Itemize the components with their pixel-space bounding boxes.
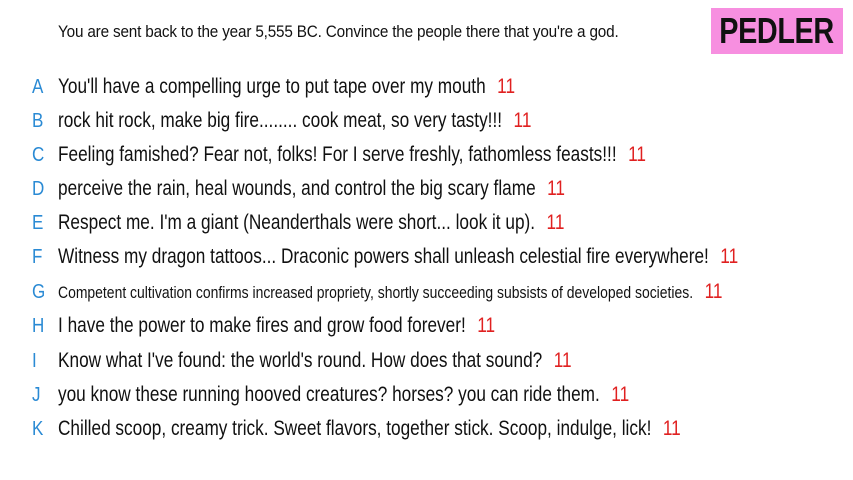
answer-score: 11 [720, 245, 739, 268]
answer-text: Know what I've found: the world's round.… [58, 349, 543, 372]
answer-text: Feeling famished? Fear not, folks! For I… [58, 143, 617, 166]
answer-letter: H [32, 314, 45, 337]
answer-text: Respect me. I'm a giant (Neanderthals we… [58, 211, 536, 234]
answer-score: 11 [513, 109, 532, 132]
answer-letter: J [32, 383, 41, 406]
player-name-badge: PEDLER [711, 8, 843, 54]
answer-score: 11 [497, 75, 516, 98]
answer-letter: G [32, 280, 46, 303]
answer-letter: I [32, 349, 37, 372]
answer-text: Chilled scoop, creamy trick. Sweet flavo… [58, 417, 652, 440]
answer-letter: K [32, 417, 44, 440]
answer-letter: A [32, 75, 44, 98]
answer-score: 11 [546, 211, 565, 234]
answer-letter: D [32, 177, 45, 200]
answer-text: Witness my dragon tattoos... Draconic po… [58, 245, 709, 268]
answer-score: 11 [477, 314, 496, 337]
answer-score: 11 [611, 383, 630, 406]
answer-text: You'll have a compelling urge to put tap… [58, 75, 486, 98]
answer-letter: F [32, 245, 43, 268]
question-prompt: You are sent back to the year 5,555 BC. … [58, 22, 619, 41]
answer-score: 11 [547, 177, 566, 200]
answer-score: 11 [628, 143, 646, 166]
answer-letter: B [32, 109, 44, 132]
answer-text: you know these running hooved creatures?… [58, 383, 600, 406]
answer-text: perceive the rain, heal wounds, and cont… [58, 177, 536, 200]
answer-score: 11 [553, 349, 572, 372]
answer-score: 11 [704, 280, 723, 303]
player-name: PEDLER [719, 10, 835, 51]
answer-text: rock hit rock, make big fire........ coo… [58, 109, 503, 132]
answer-text: I have the power to make fires and grow … [58, 314, 466, 337]
answer-letter: E [32, 211, 44, 234]
answer-text: Competent cultivation confirms increased… [58, 283, 694, 302]
answer-letter: C [32, 143, 45, 166]
answer-score: 11 [662, 417, 681, 440]
